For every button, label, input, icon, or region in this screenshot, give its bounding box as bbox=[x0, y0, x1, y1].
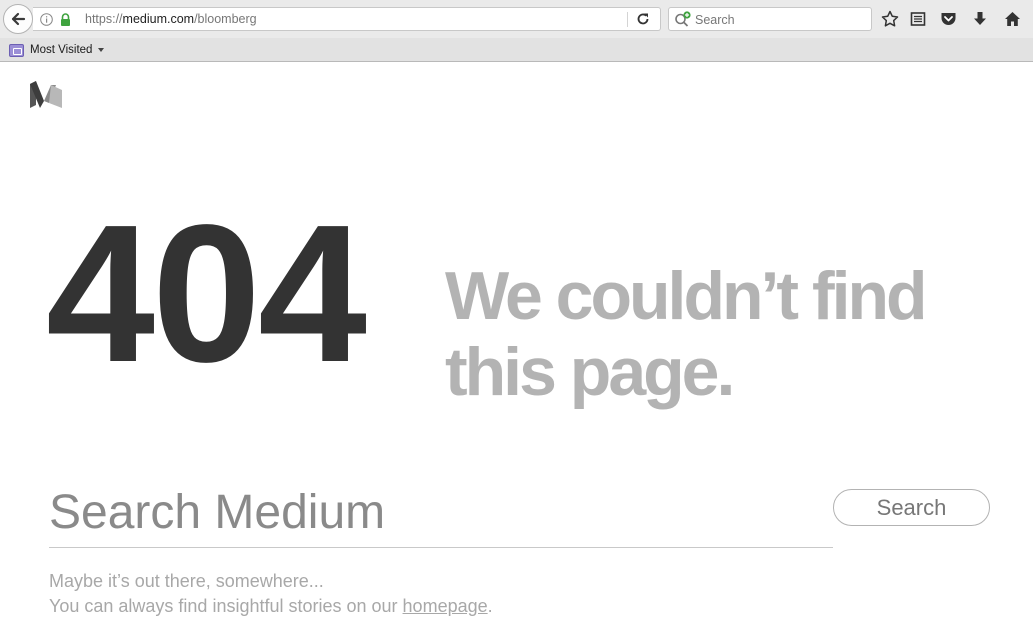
message-line-2-text: You can always find insightful stories o… bbox=[49, 596, 403, 616]
search-icon bbox=[675, 11, 691, 27]
bookmarks-toolbar: Most Visited bbox=[0, 38, 1033, 62]
back-button[interactable] bbox=[3, 4, 33, 34]
info-icon[interactable] bbox=[40, 13, 53, 26]
pocket-button[interactable] bbox=[938, 9, 958, 29]
downloads-button[interactable] bbox=[970, 9, 990, 29]
most-visited-bookmark[interactable]: Most Visited bbox=[9, 41, 105, 59]
reading-list-button[interactable] bbox=[908, 9, 928, 29]
chevron-down-icon bbox=[98, 48, 105, 52]
error-code: 404 bbox=[46, 184, 367, 403]
homepage-link[interactable]: homepage bbox=[403, 596, 488, 616]
home-button[interactable] bbox=[1002, 9, 1022, 29]
pocket-icon bbox=[941, 13, 955, 25]
lock-icon[interactable] bbox=[60, 13, 71, 26]
home-icon bbox=[1004, 12, 1020, 26]
most-visited-label: Most Visited bbox=[30, 44, 93, 56]
browser-search-bar[interactable]: Search bbox=[668, 7, 872, 31]
browser-search-placeholder: Search bbox=[695, 13, 735, 27]
search-button[interactable]: Search bbox=[833, 489, 990, 526]
message-line-2-end: . bbox=[487, 596, 493, 616]
reading-list-icon bbox=[910, 12, 926, 26]
medium-logo[interactable] bbox=[30, 81, 62, 108]
back-arrow-icon bbox=[11, 12, 26, 26]
browser-toolbar: https://medium.com/bloomberg Search bbox=[0, 0, 1033, 38]
error-headline: We couldn’t find this page. bbox=[445, 258, 928, 410]
reload-icon[interactable] bbox=[636, 12, 650, 26]
download-icon bbox=[974, 12, 986, 25]
bookmark-folder-icon bbox=[9, 43, 24, 57]
bookmark-star-button[interactable] bbox=[880, 9, 900, 29]
message-line-2: You can always find insightful stories o… bbox=[49, 596, 493, 617]
url-bar[interactable]: https://medium.com/bloomberg bbox=[33, 7, 661, 31]
star-icon bbox=[881, 10, 899, 27]
url-text[interactable]: https://medium.com/bloomberg bbox=[85, 12, 257, 26]
search-medium-input[interactable] bbox=[49, 478, 833, 548]
url-bar-divider bbox=[627, 12, 628, 27]
message-line-1: Maybe it’s out there, somewhere... bbox=[49, 571, 324, 591]
